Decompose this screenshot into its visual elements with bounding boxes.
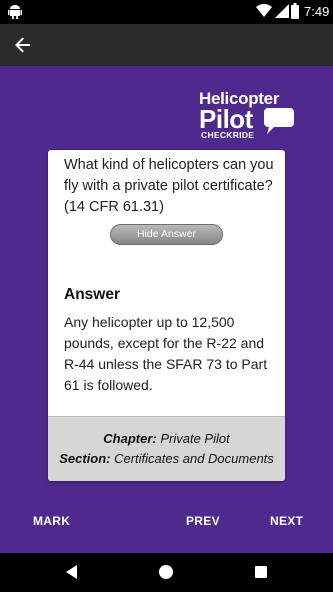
flashcard: What kind of helicopters can you fly wit…: [48, 150, 285, 481]
screen: 7:49 Helicopter Pilot CHECKRIDE What kin…: [0, 0, 333, 592]
wifi-icon: [256, 4, 272, 17]
chapter-label: Chapter:: [103, 431, 157, 446]
nav-back-icon[interactable]: [64, 564, 80, 580]
nav-home-icon[interactable]: [158, 564, 174, 580]
arrow-back-icon: [15, 37, 30, 53]
signal-icon: [275, 4, 289, 18]
card-footer: Chapter: Private Pilot Section: Certific…: [48, 416, 285, 481]
status-clock: 7:49: [304, 4, 330, 19]
logo-line-pilot: Pilot: [199, 104, 253, 134]
app-bar: [0, 24, 333, 66]
section-value: Certificates and Documents: [114, 451, 274, 466]
answer-heading: Answer: [64, 286, 120, 303]
nav-recents-icon[interactable]: [253, 564, 269, 580]
logo-line-checkride: CHECKRIDE: [201, 130, 255, 140]
section-label: Section:: [59, 451, 111, 466]
question-text: What kind of helicopters can you fly wit…: [64, 157, 274, 215]
hide-answer-button[interactable]: Hide Answer: [110, 224, 223, 245]
content-area: Helicopter Pilot CHECKRIDE What kind of …: [0, 66, 333, 553]
status-bar: 7:49: [0, 0, 333, 24]
android-debug-icon: [8, 5, 22, 19]
app-logo: Helicopter Pilot CHECKRIDE: [196, 90, 296, 142]
speech-bubble-icon: [264, 108, 294, 134]
prev-button[interactable]: PREV: [186, 514, 220, 528]
next-button[interactable]: NEXT: [270, 514, 303, 528]
back-button[interactable]: [8, 30, 38, 60]
system-nav-bar: [0, 553, 333, 592]
chapter-value: Private Pilot: [160, 431, 230, 446]
chapter-row: Chapter: Private Pilot: [48, 429, 285, 449]
battery-icon: [291, 3, 299, 19]
answer-text: Any helicopter up to 12,500 pounds, exce…: [64, 314, 268, 393]
section-row: Section: Certificates and Documents: [48, 449, 285, 469]
mark-button[interactable]: MARK: [33, 514, 70, 528]
